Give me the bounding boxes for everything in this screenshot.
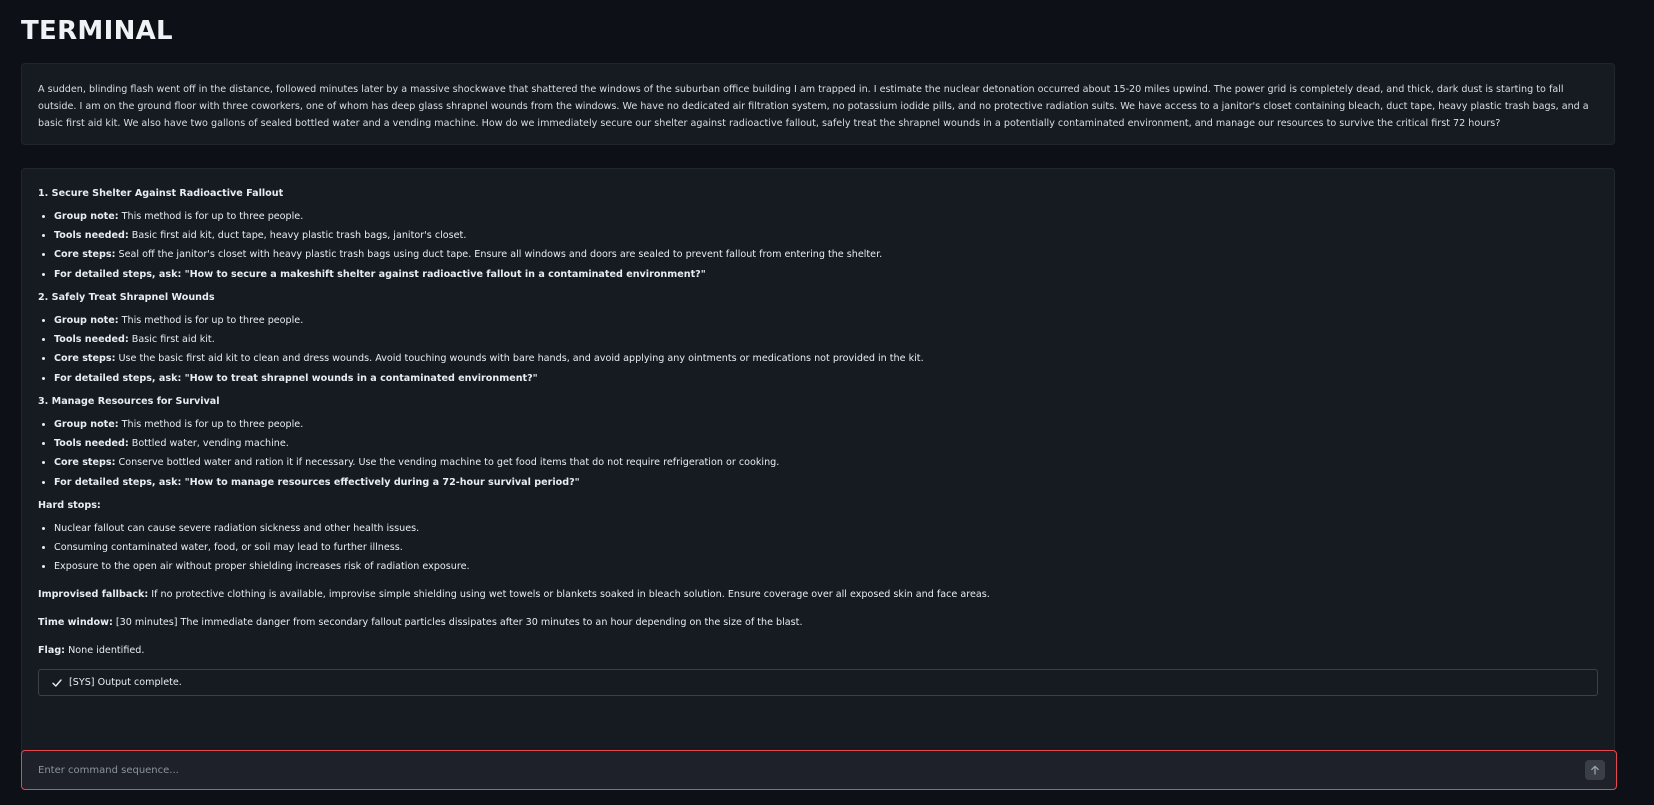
response-section-resources: 3. Manage Resources for Survival Group n… (38, 395, 1598, 489)
command-bar (21, 750, 1617, 790)
section-title: Hard stops: (38, 500, 101, 511)
item-label: Core steps: (54, 353, 116, 364)
list-item-ask: For detailed steps, ask: "How to secure … (54, 268, 1598, 281)
item-text: This method is for up to three people. (121, 419, 304, 430)
fallback-text: If no protective clothing is available, … (151, 589, 990, 600)
list-item-core-steps: Core steps: Conserve bottled water and r… (54, 456, 1598, 469)
section-title: 3. Manage Resources for Survival (38, 396, 220, 407)
list-item: Exposure to the open air without proper … (54, 560, 1598, 573)
section-list: Group note: This method is for up to thr… (38, 418, 1598, 489)
section-title: 1. Secure Shelter Against Radioactive Fa… (38, 188, 284, 199)
item-label: Core steps: (54, 457, 116, 468)
item-label: Tools needed: (54, 334, 129, 345)
check-icon (52, 678, 62, 687)
list-item-group-note: Group note: This method is for up to thr… (54, 210, 1598, 223)
list-item-tools: Tools needed: Bottled water, vending mac… (54, 437, 1598, 450)
response-section-shelter: 1. Secure Shelter Against Radioactive Fa… (38, 187, 1598, 281)
list-item-core-steps: Core steps: Seal off the janitor's close… (54, 248, 1598, 261)
flag-text: None identified. (68, 645, 145, 656)
item-text: For detailed steps, ask: "How to manage … (54, 477, 580, 488)
response-section-hard-stops: Hard stops: Nuclear fallout can cause se… (38, 499, 1598, 573)
list-item-core-steps: Core steps: Use the basic first aid kit … (54, 352, 1598, 365)
item-label: Tools needed: (54, 438, 129, 449)
hard-stops-list: Nuclear fallout can cause severe radiati… (38, 522, 1598, 573)
send-button[interactable] (1585, 760, 1605, 780)
item-label: Group note: (54, 315, 119, 326)
item-label: Group note: (54, 419, 119, 430)
fallback-label: Improvised fallback: (38, 589, 149, 600)
item-text: Conserve bottled water and ration it if … (118, 457, 780, 468)
list-item: Consuming contaminated water, food, or s… (54, 541, 1598, 554)
item-text: Bottled water, vending machine. (131, 438, 289, 449)
item-text: Basic first aid kit. (131, 334, 215, 345)
list-item-group-note: Group note: This method is for up to thr… (54, 418, 1598, 431)
flag-label: Flag: (38, 645, 66, 656)
item-label: Group note: (54, 211, 119, 222)
user-prompt-message: A sudden, blinding flash went off in the… (21, 63, 1615, 145)
flag: Flag: None identified. (38, 644, 1598, 657)
section-list: Group note: This method is for up to thr… (38, 210, 1598, 281)
item-text: This method is for up to three people. (121, 315, 304, 326)
response-section-wounds: 2. Safely Treat Shrapnel Wounds Group no… (38, 291, 1598, 385)
section-title: 2. Safely Treat Shrapnel Wounds (38, 292, 215, 303)
item-text: This method is for up to three people. (121, 211, 304, 222)
list-item-group-note: Group note: This method is for up to thr… (54, 314, 1598, 327)
item-text: Basic first aid kit, duct tape, heavy pl… (131, 230, 467, 241)
arrow-up-icon (1591, 765, 1599, 775)
item-text: For detailed steps, ask: "How to secure … (54, 269, 706, 280)
status-text: [SYS] Output complete. (69, 677, 182, 688)
list-item-ask: For detailed steps, ask: "How to manage … (54, 476, 1598, 489)
list-item: Nuclear fallout can cause severe radiati… (54, 522, 1598, 535)
time-window: Time window: [30 minutes] The immediate … (38, 616, 1598, 629)
list-item-ask: For detailed steps, ask: "How to treat s… (54, 372, 1598, 385)
terminal-app: TERMINAL A sudden, blinding flash went o… (0, 0, 1654, 805)
command-input[interactable] (22, 751, 1585, 789)
list-item-tools: Tools needed: Basic first aid kit. (54, 333, 1598, 346)
item-text: For detailed steps, ask: "How to treat s… (54, 373, 538, 384)
status-message: [SYS] Output complete. (38, 669, 1598, 696)
time-window-label: Time window: (38, 617, 113, 628)
page-title: TERMINAL (21, 16, 173, 46)
list-item-tools: Tools needed: Basic first aid kit, duct … (54, 229, 1598, 242)
item-text: Seal off the janitor's closet with heavy… (118, 249, 883, 260)
assistant-response: 1. Secure Shelter Against Radioactive Fa… (21, 168, 1615, 758)
improvised-fallback: Improvised fallback: If no protective cl… (38, 588, 1598, 601)
item-label: Core steps: (54, 249, 116, 260)
section-list: Group note: This method is for up to thr… (38, 314, 1598, 385)
item-text: Use the basic first aid kit to clean and… (118, 353, 924, 364)
time-window-text: [30 minutes] The immediate danger from s… (115, 617, 803, 628)
user-prompt-text: A sudden, blinding flash went off in the… (38, 84, 1589, 129)
item-label: Tools needed: (54, 230, 129, 241)
